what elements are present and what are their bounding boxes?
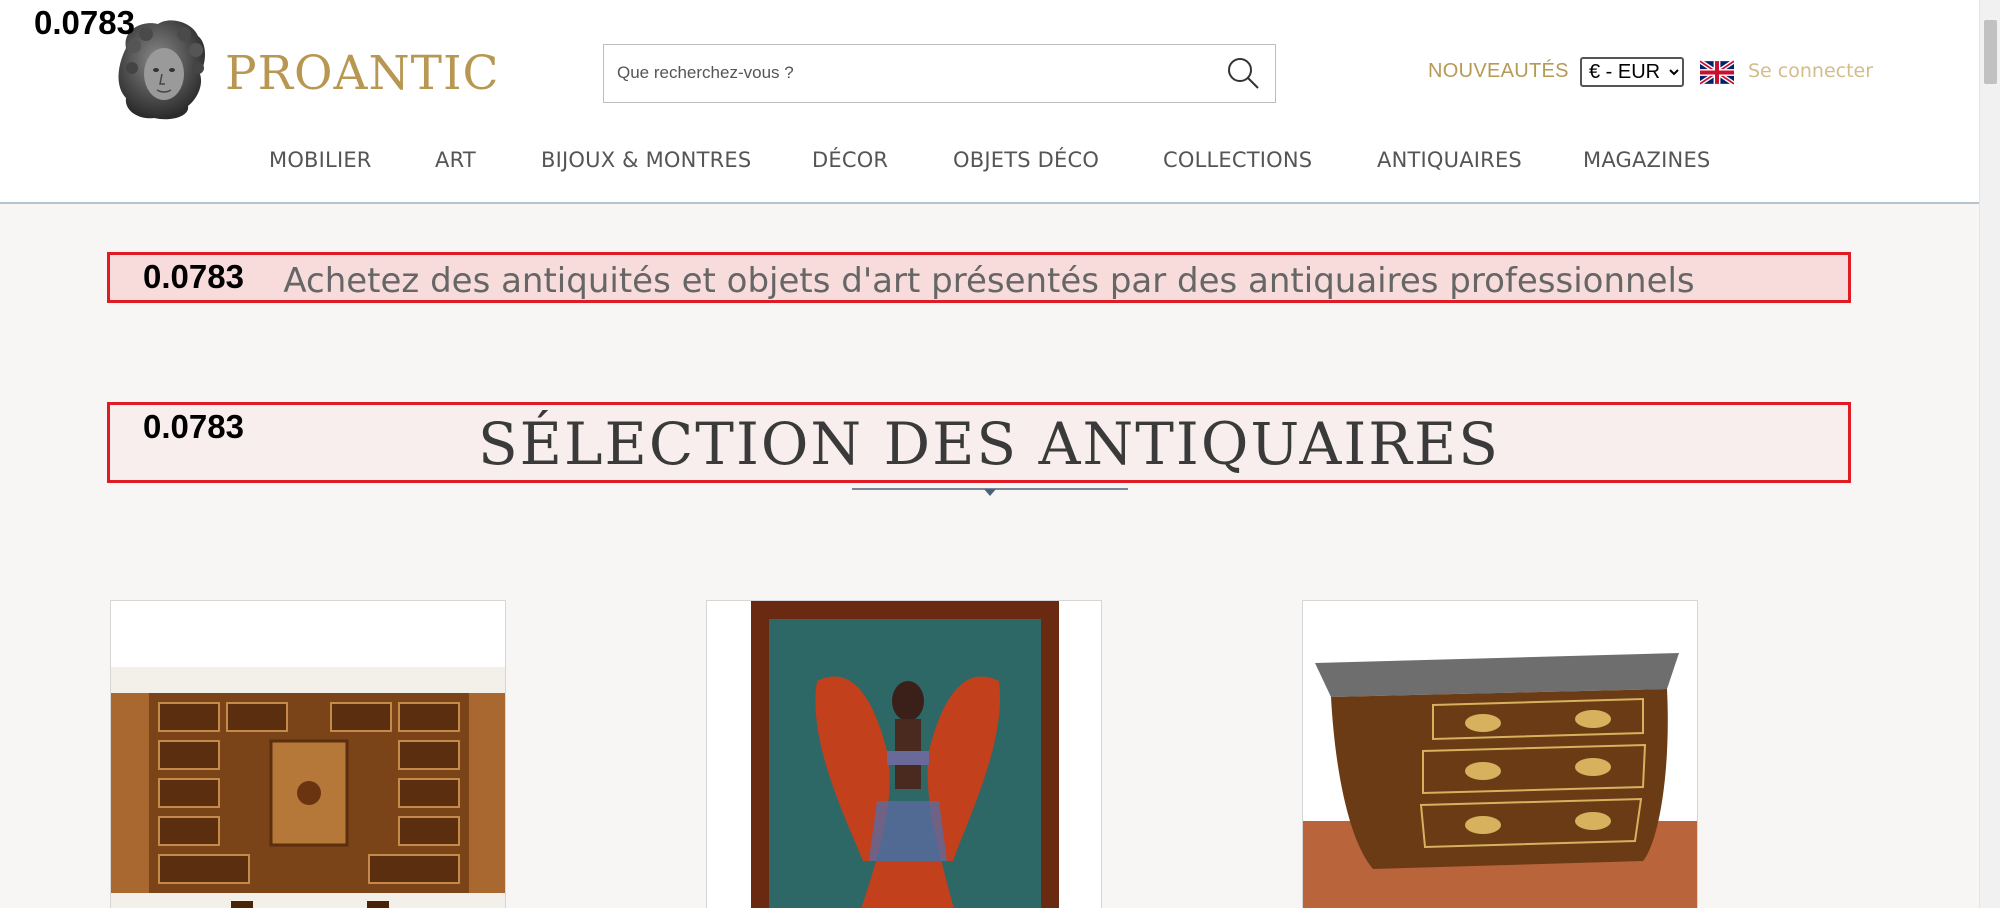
overlay-score-label: 0.0783	[143, 258, 244, 295]
section-title-banner: SÉLECTION DES ANTIQUAIRES	[107, 402, 1851, 483]
tagline-banner: Achetez des antiquités et objets d'art p…	[107, 252, 1851, 303]
search-box	[603, 44, 1276, 103]
scrollbar-thumb[interactable]	[1984, 20, 1997, 84]
title-underline-ornament	[852, 488, 1128, 496]
nav-item-decor[interactable]: DÉCOR	[812, 148, 888, 172]
tagline-text: Achetez des antiquités et objets d'art p…	[283, 261, 1695, 301]
page-scrollbar[interactable]	[1979, 0, 2000, 908]
nav-item-art[interactable]: ART	[435, 148, 476, 172]
search-icon[interactable]	[1225, 55, 1261, 91]
nav-item-magazines[interactable]: MAGAZINES	[1583, 148, 1710, 172]
dancer-painting-image	[707, 601, 1101, 908]
currency-select[interactable]: € - EUR	[1580, 57, 1684, 87]
search-input[interactable]	[604, 45, 1204, 101]
antique-cabinet-image	[111, 601, 505, 908]
product-card[interactable]	[706, 600, 1102, 908]
uk-flag-icon[interactable]	[1698, 59, 1736, 86]
nav-item-bijoux-montres[interactable]: BIJOUX & MONTRES	[541, 148, 751, 172]
nav-item-collections[interactable]: COLLECTIONS	[1163, 148, 1312, 172]
product-card[interactable]	[1302, 600, 1698, 908]
overlay-score-label: 0.0783	[143, 408, 244, 445]
nav-item-objets-deco[interactable]: OBJETS DÉCO	[953, 148, 1099, 172]
login-link[interactable]: Se connecter	[1748, 60, 1873, 82]
overlay-score-label: 0.0783	[34, 4, 135, 41]
logo-text[interactable]: PROANTIC	[225, 46, 500, 101]
nav-item-mobilier[interactable]: MOBILIER	[269, 148, 372, 172]
nouveautes-link[interactable]: NOUVEAUTÉS	[1428, 60, 1569, 83]
site-header: PROANTIC NOUVEAUTÉS € - EUR Se connecter…	[0, 0, 1979, 204]
main-nav: MOBILIER ART BIJOUX & MONTRES DÉCOR OBJE…	[0, 148, 1979, 182]
nav-item-antiquaires[interactable]: ANTIQUAIRES	[1377, 148, 1522, 172]
section-title: SÉLECTION DES ANTIQUAIRES	[477, 410, 1501, 478]
marble-top-commode-image	[1303, 601, 1697, 908]
product-card[interactable]	[110, 600, 506, 908]
